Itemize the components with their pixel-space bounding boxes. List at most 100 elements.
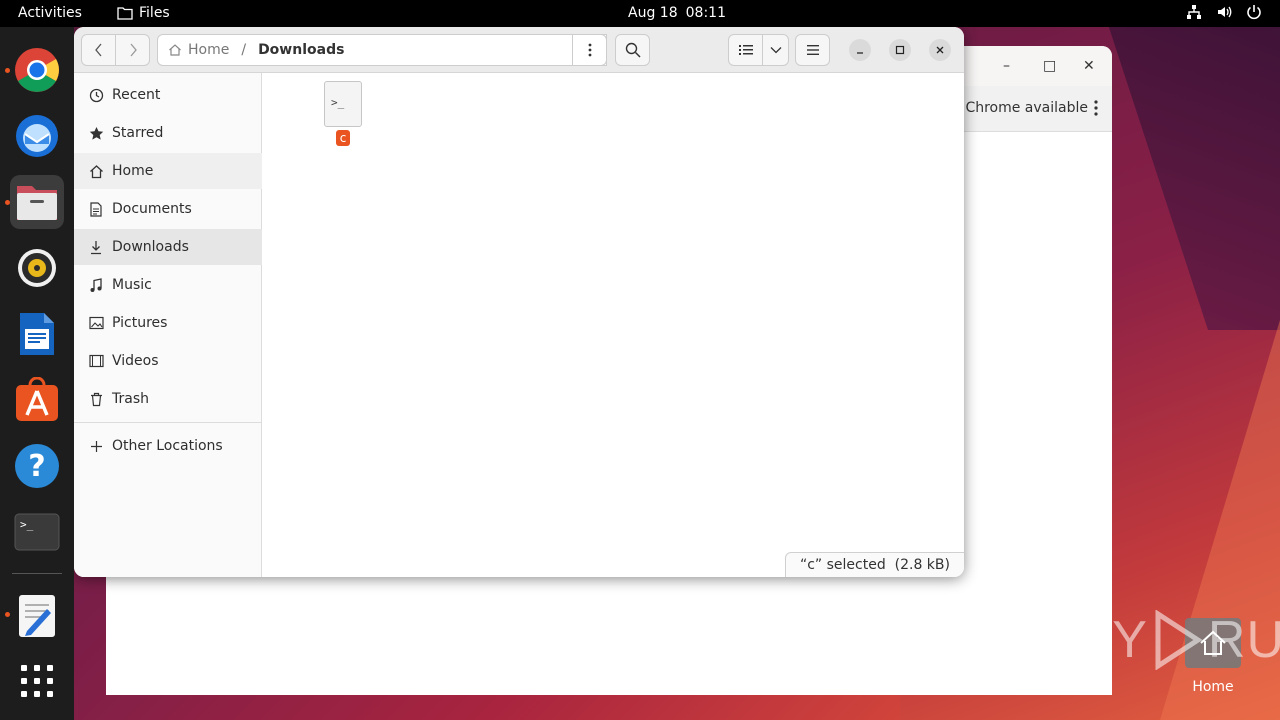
sidebar-item-starred[interactable]: Starred [74, 115, 262, 151]
dock-item-thunderbird[interactable] [10, 109, 64, 163]
minimize-button[interactable] [849, 39, 871, 61]
minimize-icon [857, 52, 863, 54]
sidebar-item-label: Home [112, 163, 154, 179]
download-icon [88, 239, 104, 255]
dock-item-chrome[interactable] [10, 43, 64, 97]
dock: ? >_ [0, 27, 74, 720]
dock-item-terminal[interactable]: >_ [10, 505, 64, 559]
home-icon [169, 44, 181, 56]
rhythmbox-icon [18, 249, 56, 287]
close-icon [936, 46, 944, 54]
more-vertical-icon [1094, 100, 1098, 116]
chevron-right-icon [130, 43, 137, 57]
breadcrumb-current[interactable]: Downloads [258, 42, 344, 58]
script-file-icon: >_ [324, 81, 362, 127]
list-view-icon [738, 45, 753, 55]
power-icon [1247, 5, 1261, 20]
document-icon [88, 201, 104, 217]
svg-text:?: ? [28, 449, 45, 484]
path-bar[interactable]: Home / Downloads [157, 34, 607, 66]
sidebar-item-downloads[interactable]: Downloads [74, 229, 262, 265]
dock-item-rhythmbox[interactable] [10, 241, 64, 295]
sidebar-item-music[interactable]: Music [74, 267, 262, 303]
file-item[interactable]: >_ c [323, 81, 363, 146]
sidebar-item-label: Trash [112, 391, 149, 407]
dock-item-help[interactable]: ? [10, 439, 64, 493]
sidebar-item-pictures[interactable]: Pictures [74, 305, 262, 341]
network-icon [1187, 5, 1201, 19]
view-options-button[interactable] [762, 34, 789, 66]
breadcrumb-separator: / [241, 42, 247, 58]
app-center-icon [16, 377, 58, 421]
terminal-icon: >_ [14, 513, 60, 551]
sidebar-item-label: Starred [112, 125, 164, 141]
thunderbird-icon [16, 115, 58, 157]
anyrun-watermark: ANY RUN [1038, 610, 1280, 670]
sidebar-item-label: Music [112, 277, 152, 293]
places-sidebar: Recent Starred Home Documents Downloads … [74, 73, 262, 577]
files-headerbar[interactable]: Home / Downloads [74, 27, 964, 73]
status-floating-bar: “c” selected (2.8 kB) [784, 552, 964, 577]
sidebar-item-documents[interactable]: Documents [74, 191, 262, 227]
desktop-home-label: Home [1192, 679, 1234, 695]
trash-icon [88, 391, 104, 407]
video-icon [88, 353, 104, 369]
writer-icon [20, 313, 54, 355]
volume-icon [1218, 6, 1232, 18]
plus-icon [88, 438, 104, 454]
file-view[interactable]: >_ c “c” selected (2.8 kB) [263, 73, 964, 577]
bg-close-button[interactable]: ✕ [1083, 58, 1095, 74]
search-button[interactable] [615, 34, 650, 66]
close-button[interactable] [929, 39, 951, 61]
file-name: c [335, 130, 351, 146]
clock-time: 08:11 [685, 5, 726, 21]
system-tray[interactable] [1186, 4, 1262, 20]
clock-icon [88, 87, 104, 103]
sidebar-item-home[interactable]: Home [74, 153, 262, 189]
chrome-available-message[interactable]: Chrome available [965, 100, 1088, 116]
sidebar-item-label: Other Locations [112, 438, 223, 454]
dock-item-text-editor[interactable] [10, 589, 64, 643]
dock-separator [12, 573, 62, 574]
maximize-button[interactable] [889, 39, 911, 61]
sidebar-item-recent[interactable]: Recent [74, 77, 262, 113]
sidebar-item-other-locations[interactable]: Other Locations [74, 428, 262, 464]
star-icon [88, 125, 104, 141]
svg-text:>_: >_ [20, 518, 34, 531]
music-icon [88, 277, 104, 293]
bg-menu-button[interactable] [1094, 100, 1098, 120]
files-window[interactable]: Home / Downloads Recent Starred Home Doc… [74, 27, 964, 577]
maximize-icon [895, 45, 905, 55]
sidebar-item-label: Downloads [112, 239, 189, 255]
home-icon [88, 163, 104, 179]
dock-item-files[interactable] [10, 175, 64, 229]
bg-maximize-button[interactable]: □ [1043, 58, 1056, 74]
sidebar-item-videos[interactable]: Videos [74, 343, 262, 379]
help-icon: ? [15, 444, 59, 488]
sidebar-item-label: Videos [112, 353, 159, 369]
bg-minimize-button[interactable]: – [1003, 58, 1010, 74]
hamburger-menu-icon [806, 45, 819, 55]
dock-item-show-apps[interactable] [10, 654, 64, 708]
files-icon [17, 186, 57, 220]
sidebar-item-label: Documents [112, 201, 192, 217]
selection-status: “c” selected (2.8 kB) [799, 557, 950, 573]
clock[interactable]: Aug 18 08:11 [0, 5, 1280, 21]
main-menu-button[interactable] [795, 34, 830, 66]
breadcrumb-home[interactable]: Home [188, 42, 229, 58]
view-list-button[interactable] [728, 34, 763, 66]
sidebar-item-trash[interactable]: Trash [74, 381, 262, 417]
watermark-text-left: ANY [1038, 611, 1148, 669]
sidebar-item-label: Recent [112, 87, 161, 103]
sidebar-item-label: Pictures [112, 315, 168, 331]
dock-item-writer[interactable] [10, 307, 64, 361]
forward-button[interactable] [115, 34, 150, 66]
sidebar-separator [74, 422, 262, 423]
more-vertical-icon [588, 43, 591, 57]
path-menu-button[interactable] [572, 34, 607, 66]
top-bar: Activities Files Aug 18 08:11 [0, 0, 1280, 27]
back-button[interactable] [81, 34, 116, 66]
play-logo-icon [1155, 610, 1203, 670]
dock-item-app-center[interactable] [10, 373, 64, 427]
watermark-text-right: RUN [1207, 611, 1280, 669]
